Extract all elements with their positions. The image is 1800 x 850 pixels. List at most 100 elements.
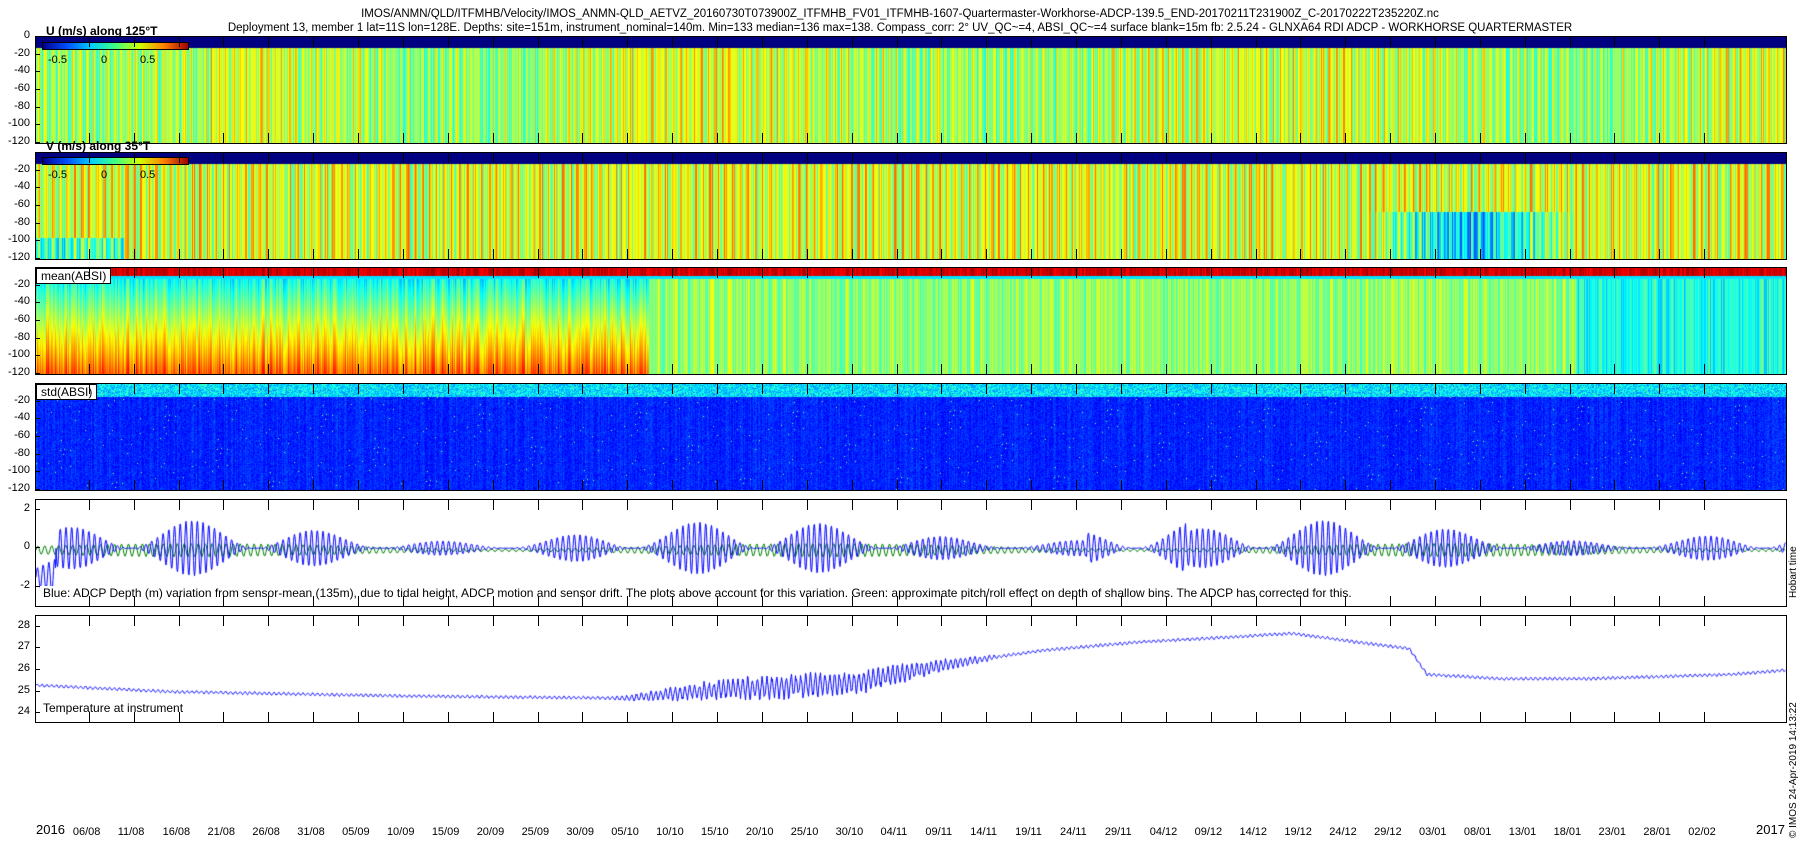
x-tick-mark [492, 712, 494, 722]
x-tick-mark [1300, 500, 1302, 510]
x-tick-mark [1210, 384, 1212, 394]
y-tick-mark [35, 355, 40, 357]
y-tick-mark [35, 222, 40, 224]
x-tick-mark [1569, 712, 1571, 722]
x-tick-mark [851, 384, 853, 394]
x-tick-mark [582, 268, 584, 278]
x-tick-mark [88, 500, 90, 510]
x-tick-mark [1524, 249, 1526, 259]
y-tick-mark [35, 647, 40, 649]
x-tick-mark [986, 480, 988, 490]
x-tick-mark [1076, 616, 1078, 626]
x-tick-mark [851, 133, 853, 143]
x-tick-mark [1659, 153, 1661, 163]
x-tick-label: 14/12 [1239, 826, 1268, 838]
x-tick-mark [1704, 384, 1706, 394]
x-tick-mark [1210, 596, 1212, 606]
x-tick-mark [1345, 712, 1347, 722]
x-tick-mark [88, 384, 90, 394]
chart-title-line1: IMOS/ANMN/QLD/ITFMHB/Velocity/IMOS_ANMN-… [361, 8, 1439, 20]
y-tick-label: 0 [23, 29, 30, 41]
y-tick-mark [35, 320, 40, 321]
x-tick-mark [358, 712, 360, 722]
x-tick-mark [1031, 384, 1033, 394]
x-tick-mark [1210, 712, 1212, 722]
x-tick-mark [672, 268, 674, 278]
x-tick-mark [896, 133, 898, 143]
x-tick-mark [851, 268, 853, 278]
y-tick-label: -100 [7, 464, 30, 477]
x-tick-mark [1390, 384, 1392, 394]
x-tick-mark [896, 596, 898, 606]
x-tick-mark [717, 500, 719, 510]
x-tick-mark [1031, 480, 1033, 490]
x-tick-mark [1120, 500, 1122, 510]
x-tick-mark [1165, 268, 1167, 278]
x-tick-mark [1210, 364, 1212, 374]
x-tick-mark [1479, 596, 1481, 606]
x-tick-label: 21/08 [207, 826, 235, 838]
x-tick-mark [1300, 364, 1302, 374]
x-tick-mark [1569, 37, 1571, 47]
x-tick-mark [1255, 596, 1257, 606]
v-velocity-panel [35, 152, 1787, 260]
x-tick-mark [1165, 133, 1167, 143]
x-tick-mark [492, 133, 494, 143]
x-tick-mark [1435, 249, 1436, 259]
x-tick-mark [1569, 133, 1571, 143]
x-tick-label: 24/12 [1329, 826, 1357, 838]
x-tick-mark [1076, 268, 1078, 278]
x-tick-mark [1076, 384, 1078, 394]
v-colorbar [42, 157, 189, 165]
x-tick-mark [851, 480, 853, 490]
x-tick-mark [806, 133, 808, 143]
x-tick-mark [806, 596, 808, 606]
x-tick-mark [402, 500, 404, 510]
x-tick-mark [492, 364, 494, 374]
x-tick-mark [986, 249, 988, 259]
x-tick-mark [1524, 500, 1526, 510]
x-tick-mark [1659, 480, 1661, 490]
x-tick-mark [1120, 37, 1122, 47]
x-tick-mark [537, 364, 539, 374]
x-tick-mark [1524, 153, 1526, 163]
y-tick-label: -20 [14, 277, 30, 290]
y-tick-label: -20 [14, 162, 30, 175]
x-tick-label: 19/12 [1284, 826, 1312, 838]
x-tick-mark [1659, 37, 1661, 47]
x-tick-mark [627, 268, 629, 278]
x-tick-label: 04/12 [1149, 826, 1178, 838]
x-tick-mark [1435, 596, 1436, 606]
y-tick-mark [35, 471, 40, 473]
x-tick-mark [896, 153, 898, 163]
x-tick-mark [761, 133, 763, 143]
x-tick-mark [223, 133, 225, 143]
u-colorbar [42, 42, 189, 50]
x-tick-mark [358, 153, 360, 163]
y-tick-label: -80 [14, 330, 30, 343]
x-tick-mark [223, 268, 225, 278]
x-tick-mark [492, 500, 494, 510]
x-tick-mark [672, 384, 674, 394]
x-tick-mark [1390, 500, 1392, 510]
x-tick-mark [1031, 596, 1033, 606]
x-tick-mark [1165, 480, 1167, 490]
x-tick-mark [223, 364, 225, 374]
y-tick-label: -100 [7, 233, 30, 246]
x-tick-mark [896, 616, 898, 626]
x-tick-label: 30/10 [835, 826, 864, 838]
x-start-year: 2016 [36, 822, 65, 837]
x-tick-label: 29/12 [1374, 826, 1402, 838]
x-tick-mark [88, 480, 90, 490]
x-tick-mark [1614, 480, 1616, 490]
x-tick-mark [1076, 364, 1078, 374]
x-tick-mark [1031, 37, 1033, 47]
x-tick-mark [582, 616, 584, 626]
y-tick-label: -100 [7, 117, 30, 130]
x-tick-mark [358, 249, 360, 259]
x-tick-mark [1165, 596, 1167, 606]
x-tick-mark [1165, 364, 1167, 374]
x-tick-mark [1614, 616, 1616, 626]
x-tick-mark [1210, 268, 1212, 278]
x-tick-label: 05/10 [611, 826, 639, 838]
